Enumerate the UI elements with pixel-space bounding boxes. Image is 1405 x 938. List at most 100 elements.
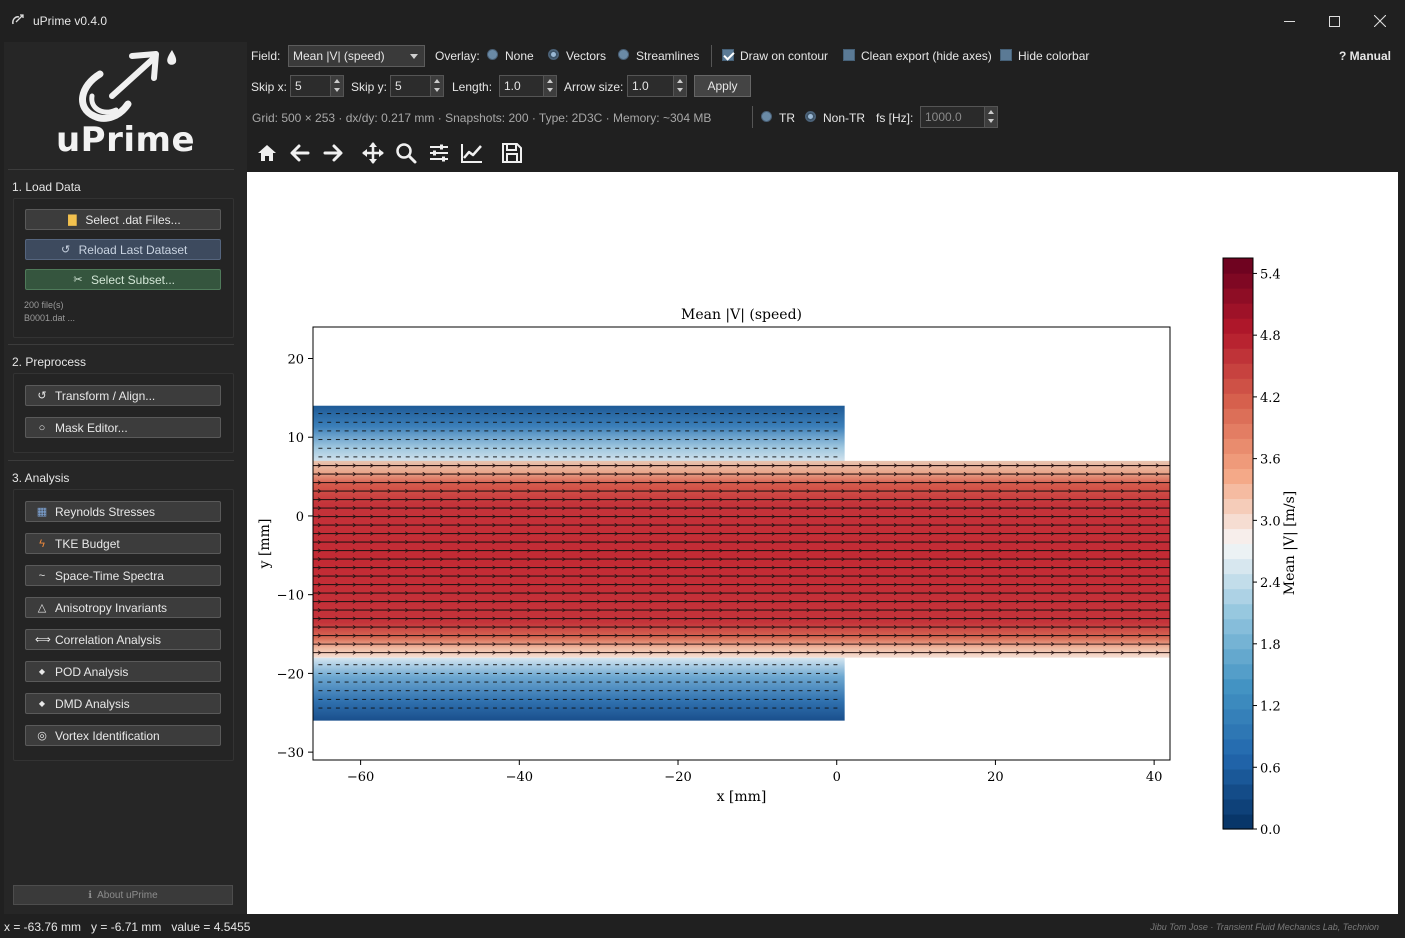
triangle-icon: △: [37, 602, 47, 614]
plot-canvas[interactable]: −60 −40 −20 0 20 40 20 10 0 −10 −20 −30 Mean |V| (…: [247, 172, 1398, 914]
fs-spinbox[interactable]: 1000.0: [920, 106, 998, 128]
overlay-vectors-label[interactable]: Vectors: [566, 49, 606, 63]
save-icon[interactable]: [500, 141, 524, 165]
spin-arrows-icon[interactable]: [543, 76, 556, 96]
spin-arrows-icon[interactable]: [430, 76, 443, 96]
tke-budget-button[interactable]: ϟ TKE Budget: [25, 533, 221, 554]
manual-link[interactable]: ? Manual: [1339, 49, 1391, 63]
y-tick-label: 10: [287, 431, 304, 446]
select-files-button[interactable]: ▇ Select .dat Files...: [25, 209, 221, 230]
anisotropy-invariants-button[interactable]: △ Anisotropy Invariants: [25, 597, 221, 618]
colorbar-level: [1223, 573, 1253, 590]
spin-arrows-icon[interactable]: [330, 76, 343, 96]
close-button[interactable]: [1357, 0, 1403, 42]
divider: [752, 106, 753, 128]
vortex-identification-button[interactable]: ◎ Vortex Identification: [25, 725, 221, 746]
home-icon[interactable]: [255, 141, 279, 165]
double-arrow-icon: ⟺: [35, 634, 51, 646]
colorbar-level: [1223, 603, 1253, 620]
select-subset-button[interactable]: ✂ Select Subset...: [25, 269, 221, 290]
draw-on-contour-checkbox[interactable]: [722, 49, 734, 61]
spin-arrows-icon[interactable]: [673, 76, 686, 96]
field-select[interactable]: Mean |V| (speed): [288, 45, 425, 67]
colorbar-level: [1223, 753, 1253, 770]
tr-radio[interactable]: [761, 111, 772, 122]
reynolds-stresses-button[interactable]: ▦ Reynolds Stresses: [25, 501, 221, 522]
minimize-button[interactable]: [1266, 0, 1312, 42]
hide-colorbar-checkbox[interactable]: [1000, 49, 1012, 61]
colorbar-level: [1223, 393, 1253, 409]
diamond-icon: ◆: [38, 699, 46, 708]
back-icon[interactable]: [288, 141, 312, 165]
clean-export-label[interactable]: Clean export (hide axes): [861, 49, 992, 63]
colorbar-level: [1223, 783, 1253, 800]
colorbar-tick-label: 0.6: [1260, 761, 1281, 776]
non-tr-radio[interactable]: [805, 111, 816, 122]
colorbar-tick-label: 4.8: [1260, 329, 1281, 344]
overlay-streamlines-radio[interactable]: [618, 49, 629, 60]
refresh-icon: ↺: [37, 390, 47, 402]
transform-align-button[interactable]: ↺ Transform / Align...: [25, 385, 221, 406]
correlation-analysis-button[interactable]: ⟺ Correlation Analysis: [25, 629, 221, 650]
maximize-button[interactable]: [1311, 0, 1357, 42]
colorbar-level: [1223, 333, 1253, 349]
overlay-none-radio[interactable]: [487, 49, 498, 60]
contour-plot[interactable]: −60 −40 −20 0 20 40 20 10 0 −10 −20 −30 Mean |V| (…: [247, 172, 1398, 914]
colorbar-level: [1223, 423, 1253, 439]
x-tick-label: 40: [1146, 770, 1163, 785]
pod-analysis-button[interactable]: ◆ POD Analysis: [25, 661, 221, 682]
colorbar-level: [1223, 288, 1253, 304]
y-tick-label: 20: [287, 352, 304, 367]
skip-y-spinbox[interactable]: 5: [390, 75, 444, 97]
overlay-streamlines-label[interactable]: Streamlines: [636, 49, 699, 63]
apply-button[interactable]: Apply: [694, 75, 751, 97]
brand-name: uPrime: [55, 120, 196, 160]
space-time-spectra-button[interactable]: ~ Space-Time Spectra: [25, 565, 221, 586]
overlay-label: Overlay:: [435, 49, 480, 63]
mask-editor-button[interactable]: ○ Mask Editor...: [25, 417, 221, 438]
status-bar: x = -63.76 mm y = -6.71 mm value = 4.545…: [0, 916, 1405, 938]
colorbar-tick-label: 1.2: [1260, 700, 1281, 715]
colorbar-level: [1223, 453, 1253, 469]
colorbar-level: [1223, 558, 1253, 575]
spin-arrows-icon[interactable]: [984, 107, 997, 127]
arrow-size-label: Arrow size:: [564, 80, 624, 94]
colorbar-level: [1223, 258, 1253, 274]
hide-colorbar-label[interactable]: Hide colorbar: [1018, 49, 1089, 63]
clean-export-checkbox[interactable]: [843, 49, 855, 61]
length-spinbox[interactable]: 1.0: [499, 75, 557, 97]
file-count: 200 file(s): [24, 300, 64, 310]
colorbar-level: [1223, 468, 1253, 484]
dmd-analysis-button[interactable]: ◆ DMD Analysis: [25, 693, 221, 714]
overlay-none-label[interactable]: None: [505, 49, 534, 63]
x-axis-label: x [mm]: [717, 789, 767, 805]
refresh-icon: ↺: [61, 244, 71, 256]
draw-on-contour-label[interactable]: Draw on contour: [740, 49, 828, 63]
configure-icon[interactable]: [427, 141, 451, 165]
arrow-size-spinbox[interactable]: 1.0: [627, 75, 687, 97]
field-label: Field:: [251, 49, 281, 63]
forward-icon[interactable]: [321, 141, 345, 165]
analysis-panel: [13, 489, 234, 761]
zoom-icon[interactable]: [394, 141, 418, 165]
colorbar-level: [1223, 318, 1253, 334]
diamond-icon: ◆: [38, 667, 46, 676]
colorbar-level: [1223, 693, 1253, 710]
axes-icon[interactable]: [460, 141, 484, 165]
colorbar-level: [1223, 528, 1253, 545]
colorbar-level: [1223, 798, 1253, 815]
dataset-info: Grid: 500 × 253 · dx/dy: 0.217 mm · Snap…: [252, 111, 712, 125]
tr-label[interactable]: TR: [779, 111, 795, 125]
title-bar: uPrime v0.4.0: [0, 0, 1405, 42]
pan-icon[interactable]: [361, 141, 385, 165]
non-tr-label[interactable]: Non-TR: [823, 111, 865, 125]
colorbar-level: [1223, 813, 1253, 830]
x-tick-label: −40: [506, 770, 533, 785]
colorbar-level: [1223, 723, 1253, 740]
colorbar-tick-label: 2.4: [1260, 576, 1281, 591]
divider: [8, 344, 234, 345]
overlay-vectors-radio[interactable]: [548, 49, 559, 60]
reload-dataset-button[interactable]: ↺ Reload Last Dataset: [25, 239, 221, 260]
skip-x-spinbox[interactable]: 5: [290, 75, 344, 97]
about-button[interactable]: ℹ About uPrime: [13, 885, 233, 905]
